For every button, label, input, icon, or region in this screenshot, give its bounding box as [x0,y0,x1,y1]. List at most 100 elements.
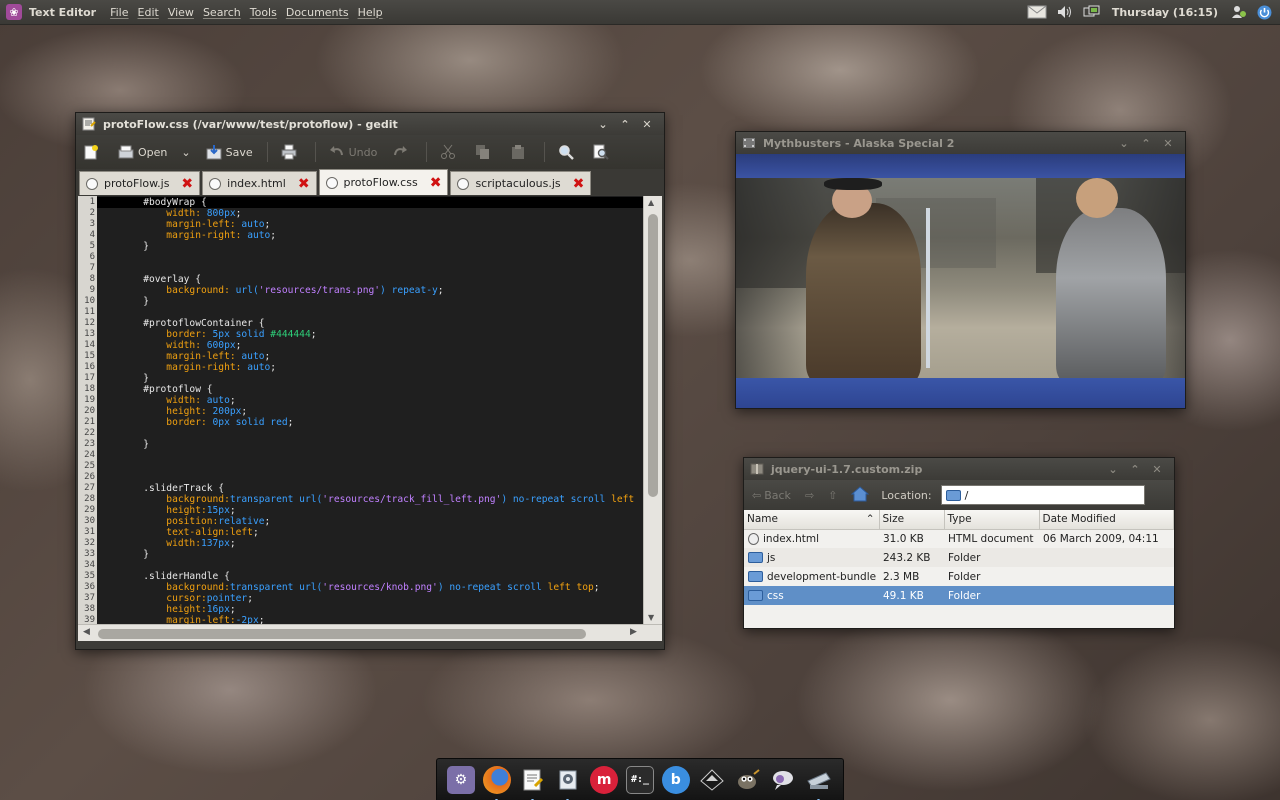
dock-item[interactable]: m [586,764,622,796]
close-icon[interactable]: ✕ [1157,137,1179,150]
gedit-titlebar[interactable]: protoFlow.css (/var/www/test/protoflow) … [76,113,664,135]
back-button[interactable]: ⇦ Back [752,489,791,502]
vertical-scroll-thumb[interactable] [648,214,658,497]
menu-help[interactable]: Help [358,6,383,19]
code-line[interactable]: } [97,296,643,307]
maximize-icon[interactable]: ⌃ [1124,463,1146,476]
scroll-right-icon[interactable]: ▶ [630,627,637,637]
code-line[interactable] [97,472,643,483]
up-button[interactable]: ⇧ [828,489,837,502]
tab-protoflow-js[interactable]: protoFlow.js ✖ [79,171,201,195]
scroll-left-icon[interactable]: ◀ [83,627,90,637]
tab-close-icon[interactable]: ✖ [298,176,310,192]
dock-item[interactable]: b [658,764,694,796]
home-button[interactable] [851,485,870,505]
tab-index-html[interactable]: index.html ✖ [202,171,317,195]
maximize-icon[interactable]: ⌃ [614,118,636,131]
column-type[interactable]: Type [944,510,1040,530]
table-row[interactable]: css 49.1 KB Folder [744,586,1174,605]
code-line[interactable] [97,428,643,439]
location-input[interactable]: / [940,485,1145,505]
code-line[interactable]: margin-left: auto; [97,219,643,230]
save-button[interactable]: Save [205,143,253,161]
close-icon[interactable]: ✕ [1146,463,1168,476]
menu-file[interactable]: File [110,6,128,19]
video-frame[interactable] [736,154,1185,408]
minimize-icon[interactable]: ⌄ [592,118,614,131]
dock-item[interactable] [765,764,801,796]
code-line[interactable]: margin-right: auto; [97,230,643,241]
menu-documents[interactable]: Documents [286,6,349,19]
code-line[interactable] [97,307,643,318]
code-line[interactable]: border: 5px solid #444444; [97,329,643,340]
new-button[interactable] [82,143,103,161]
code-line[interactable]: height:15px; [97,505,643,516]
code-line[interactable]: } [97,373,643,384]
dock-item[interactable] [550,764,586,800]
code-line[interactable]: background: url('resources/trans.png') r… [97,285,643,296]
copy-button[interactable] [474,143,495,161]
dock-item[interactable]: #:_ [622,764,658,796]
clock[interactable]: Thursday (16:15) [1112,6,1218,19]
tab-protoflow-css[interactable]: protoFlow.css ✖ [318,169,449,195]
horizontal-scroll-thumb[interactable] [98,629,586,639]
code-line[interactable]: #protoflow { [97,384,643,395]
dock-item[interactable] [730,764,766,796]
code-line[interactable]: height: 200px; [97,406,643,417]
cut-button[interactable] [439,143,460,161]
code-line[interactable]: position:relative; [97,516,643,527]
close-icon[interactable]: ✕ [636,118,658,131]
forward-button[interactable]: ⇨ [805,489,814,502]
code-line[interactable]: margin-right: auto; [97,362,643,373]
power-icon[interactable] [1257,4,1272,20]
menu-edit[interactable]: Edit [138,6,159,19]
open-recent-dropdown[interactable]: ⌄ [181,146,190,159]
code-line[interactable] [97,263,643,274]
redo-button[interactable] [391,143,412,161]
code-line[interactable]: width: 600px; [97,340,643,351]
table-row[interactable]: development-bundle 2.3 MB Folder [744,567,1174,586]
app-menu-icon[interactable]: ❀ [6,4,22,20]
menu-search[interactable]: Search [203,6,241,19]
tab-close-icon[interactable]: ✖ [430,175,442,191]
dock-item[interactable]: ⚙ [443,764,479,796]
dock-item[interactable] [515,764,551,800]
maximize-icon[interactable]: ⌃ [1135,137,1157,150]
code-line[interactable]: } [97,241,643,252]
vertical-scrollbar[interactable]: ▲ ▼ [643,196,662,624]
video-titlebar[interactable]: Mythbusters - Alaska Special 2 ⌄ ⌃ ✕ [736,132,1185,154]
code-line[interactable]: .sliderTrack { [97,483,643,494]
menu-tools[interactable]: Tools [250,6,277,19]
replace-button[interactable] [592,143,613,161]
archive-titlebar[interactable]: jquery-ui-1.7.custom.zip ⌄ ⌃ ✕ [744,458,1174,480]
paste-button[interactable] [509,143,530,161]
print-button[interactable] [280,143,301,161]
code-line[interactable]: width: auto; [97,395,643,406]
mail-icon[interactable] [1027,4,1047,20]
column-date-modified[interactable]: Date Modified [1039,510,1174,530]
table-row[interactable]: js 243.2 KB Folder [744,548,1174,567]
code-line[interactable]: border: 0px solid red; [97,417,643,428]
code-line[interactable] [97,450,643,461]
table-row[interactable]: index.html 31.0 KB HTML document 06 March 2… [744,529,1174,548]
code-view[interactable]: #bodyWrap { width: 800px; margin-left: a… [97,196,643,624]
horizontal-scrollbar[interactable]: ◀ ▶ [78,624,662,642]
code-line[interactable] [97,461,643,472]
network-icon[interactable] [1083,4,1101,20]
code-line[interactable]: #overlay { [97,274,643,285]
code-line[interactable]: width: 800px; [97,208,643,219]
tab-close-icon[interactable]: ✖ [181,176,193,192]
code-line[interactable]: .sliderHandle { [97,571,643,582]
scroll-up-icon[interactable]: ▲ [648,198,654,207]
code-line[interactable]: background:transparent url('resources/kn… [97,582,643,593]
dock-item[interactable] [801,764,837,800]
open-button[interactable]: Open [117,143,167,161]
code-line[interactable]: #protoflowContainer { [97,318,643,329]
user-icon[interactable] [1231,4,1247,20]
code-line[interactable]: cursor:pointer; [97,593,643,604]
code-line[interactable]: background:transparent url('resources/tr… [97,494,643,505]
dock-item[interactable] [694,764,730,796]
column-name[interactable]: Name ⌃ [744,510,880,530]
scroll-down-icon[interactable]: ▼ [648,613,654,622]
code-line[interactable]: } [97,439,643,450]
